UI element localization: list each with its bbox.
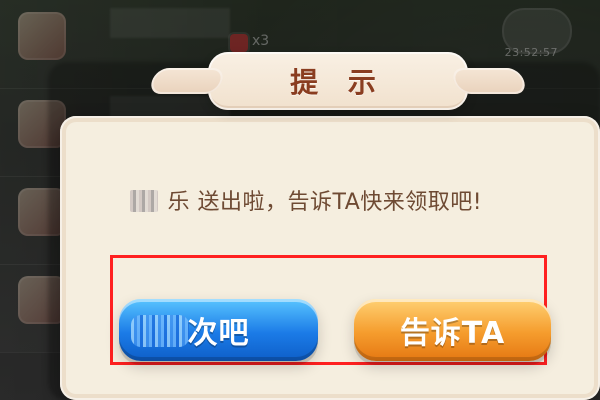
pixelated-button-fragment bbox=[131, 315, 189, 347]
secondary-action-button[interactable]: 次吧 bbox=[119, 299, 318, 361]
dialog-title-ribbon: 提 示 bbox=[208, 52, 468, 110]
tell-ta-label: 告诉TA bbox=[399, 316, 506, 351]
dialog-message-text: 乐 送出啦，告诉TA快来领取吧! bbox=[167, 190, 483, 215]
tell-ta-button[interactable]: 告诉TA bbox=[354, 299, 551, 361]
secondary-action-label: 次吧 bbox=[187, 316, 250, 351]
game-popup-screen: x3 23:52:57 提 示 乐 送出啦，告诉TA快来领取吧! 次吧 告诉TA bbox=[0, 0, 600, 400]
dialog-message: 乐 送出啦，告诉TA快来领取吧! bbox=[128, 184, 568, 220]
pixelated-name-fragment bbox=[130, 190, 158, 212]
dialog-title: 提 示 bbox=[290, 66, 386, 99]
